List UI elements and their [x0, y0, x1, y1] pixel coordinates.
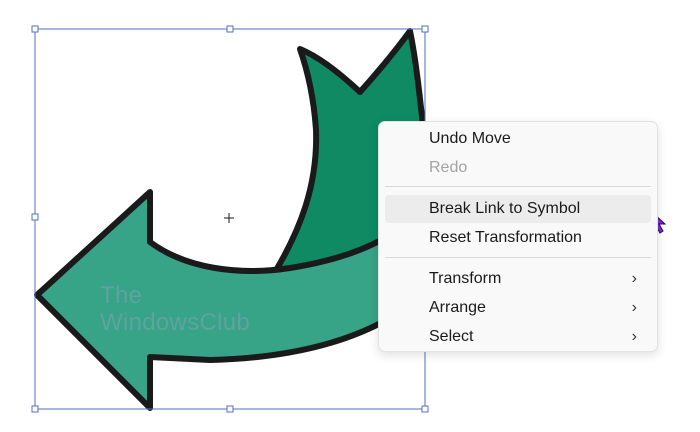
watermark-line-1: The	[100, 282, 143, 309]
resize-handle-bottom-right[interactable]	[421, 405, 429, 413]
menu-item-transform[interactable]: Transform ›	[385, 265, 651, 293]
chevron-right-icon: ›	[631, 328, 637, 345]
menu-item-undo-move[interactable]: Undo Move	[385, 125, 651, 153]
resize-handle-top-right[interactable]	[421, 25, 429, 33]
menu-separator	[385, 186, 651, 187]
center-point-marker	[224, 213, 234, 223]
menu-item-label: Transform	[429, 270, 502, 287]
menu-item-label: Arrange	[429, 299, 486, 316]
menu-item-select[interactable]: Select ›	[385, 323, 651, 351]
resize-handle-bottom-middle[interactable]	[226, 405, 234, 413]
menu-item-label: Select	[429, 328, 474, 345]
menu-separator	[385, 257, 651, 258]
resize-handle-top-middle[interactable]	[226, 25, 234, 33]
chevron-right-icon: ›	[631, 270, 637, 287]
chevron-right-icon: ›	[631, 299, 637, 316]
context-menu: Undo Move Redo Break Link to Symbol Rese…	[378, 121, 658, 352]
menu-item-break-link-to-symbol[interactable]: Break Link to Symbol	[385, 195, 651, 223]
menu-item-redo[interactable]: Redo	[385, 154, 651, 182]
menu-item-arrange[interactable]: Arrange ›	[385, 294, 651, 322]
watermark-line-2: WindowsClub	[100, 309, 251, 336]
menu-item-reset-transformation[interactable]: Reset Transformation	[385, 224, 651, 252]
resize-handle-middle-left[interactable]	[31, 213, 39, 221]
resize-handle-bottom-left[interactable]	[31, 405, 39, 413]
resize-handle-top-left[interactable]	[31, 25, 39, 33]
